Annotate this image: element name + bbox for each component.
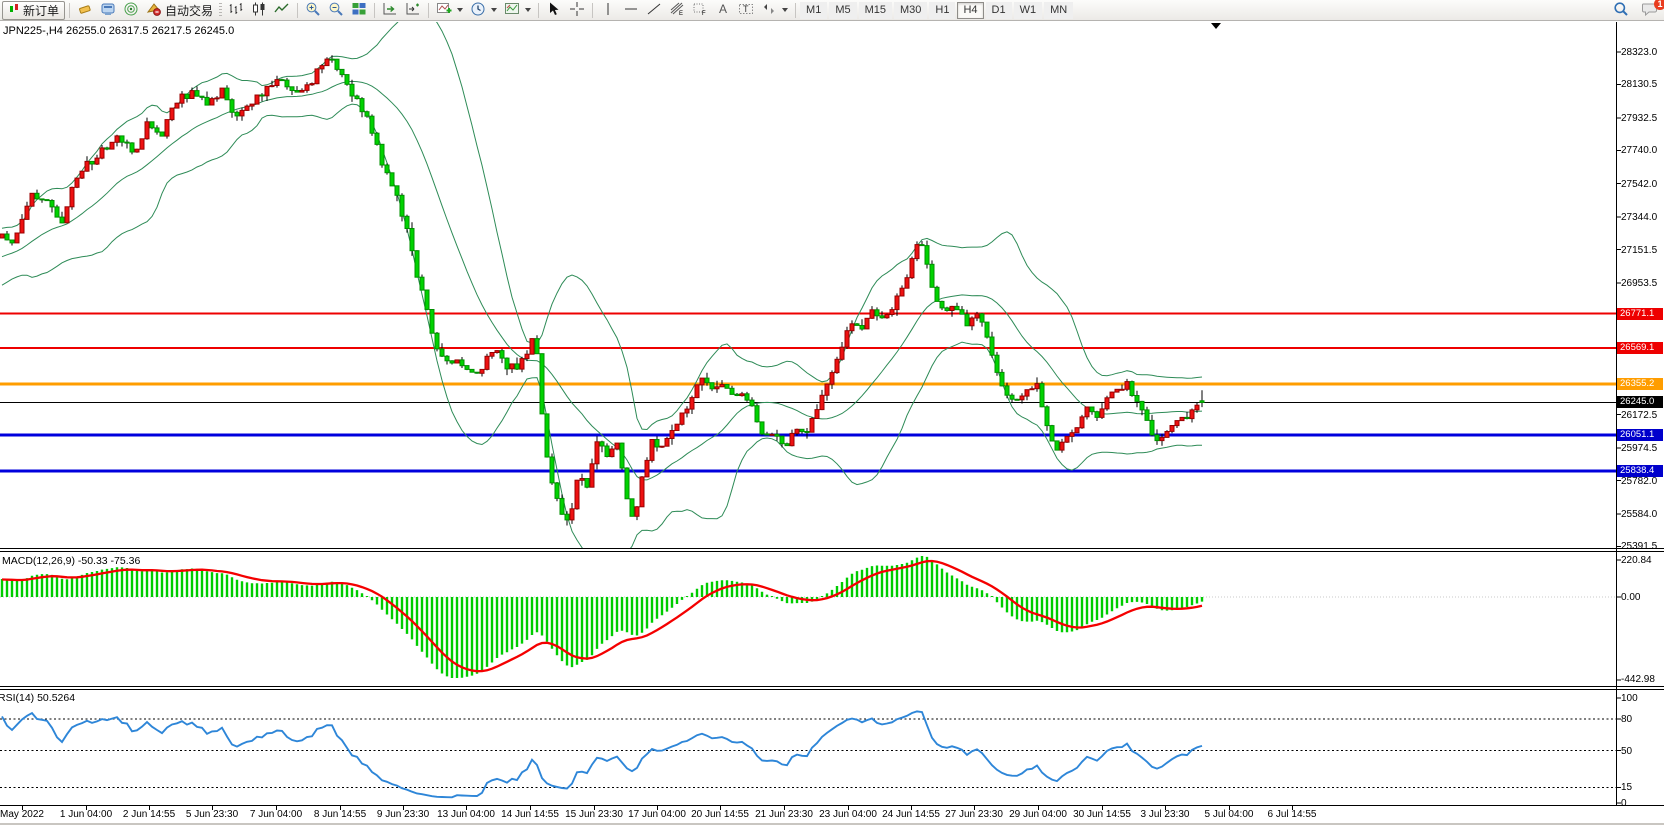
chart-line-button[interactable] xyxy=(271,1,293,20)
new-order-button[interactable]: 新订单 xyxy=(2,1,65,20)
fibonacci-expansion-button[interactable]: F xyxy=(689,1,711,20)
svg-text:E: E xyxy=(679,11,683,17)
zoom-in-button[interactable] xyxy=(302,1,324,20)
autotrading-icon xyxy=(146,1,162,20)
toolbar-separator xyxy=(795,3,796,18)
trendline-button[interactable] xyxy=(643,1,665,20)
auto-scroll-button[interactable] xyxy=(379,1,401,20)
toolbar-grip xyxy=(219,3,222,17)
terminal-button[interactable] xyxy=(97,1,119,20)
candlestick-chart-icon xyxy=(251,1,267,20)
chart-shift-button[interactable] xyxy=(402,1,424,20)
templates-button[interactable] xyxy=(501,1,534,20)
chart-bars-button[interactable] xyxy=(225,1,247,20)
vertical-line-button[interactable] xyxy=(597,1,619,20)
templates-dropdown-caret xyxy=(525,8,531,12)
arrows-icon xyxy=(761,1,777,20)
template-icon xyxy=(504,1,520,20)
clock-icon xyxy=(470,1,486,20)
timeframe-button-m30[interactable]: M30 xyxy=(894,2,927,19)
toolbar-separator xyxy=(538,3,539,18)
crosshair-icon xyxy=(569,1,585,20)
chart-window: 新订单 自动交易 xyxy=(0,0,1664,825)
timeframe-group: M1M5M15M30H1H4D1W1MN xyxy=(800,2,1073,19)
auto-scroll-icon xyxy=(382,1,398,20)
signals-button[interactable] xyxy=(120,1,142,20)
search-button[interactable] xyxy=(1610,1,1632,20)
autotrading-button[interactable]: 自动交易 xyxy=(143,1,216,20)
fibonacci-icon: E xyxy=(669,1,685,20)
toolbar-separator xyxy=(297,3,298,18)
autotrading-label: 自动交易 xyxy=(165,2,213,19)
indicators-dropdown-caret xyxy=(457,8,463,12)
new-order-label: 新订单 xyxy=(23,2,59,19)
timeframe-button-m1[interactable]: M1 xyxy=(800,2,827,19)
timeframe-button-m5[interactable]: M5 xyxy=(829,2,856,19)
timeframe-button-w1[interactable]: W1 xyxy=(1014,2,1043,19)
arrows-button[interactable] xyxy=(758,1,791,20)
text-label-button[interactable]: T xyxy=(735,1,757,20)
zoom-out-button[interactable] xyxy=(325,1,347,20)
trendline-icon xyxy=(646,1,662,20)
horizontal-line-icon xyxy=(623,1,639,20)
horizontal-line-button[interactable] xyxy=(620,1,642,20)
signal-icon xyxy=(123,1,139,20)
fibonacci-expansion-icon: F xyxy=(692,1,708,20)
crosshair-button[interactable] xyxy=(566,1,588,20)
svg-text:F: F xyxy=(702,11,706,17)
text-label-icon: T xyxy=(738,1,754,20)
gold-bar-icon xyxy=(77,1,93,20)
tile-windows-icon xyxy=(351,1,367,20)
zoom-in-icon xyxy=(305,1,321,20)
timeframe-button-m15[interactable]: M15 xyxy=(859,2,892,19)
toolbar-separator xyxy=(592,3,593,18)
chart-candles-button[interactable] xyxy=(248,1,270,20)
cursor-icon xyxy=(546,1,562,20)
svg-text:T: T xyxy=(743,4,749,14)
chart-shift-marker xyxy=(1211,23,1221,29)
text-a-icon: A xyxy=(715,1,731,20)
timeframe-button-d1[interactable]: D1 xyxy=(986,2,1012,19)
timeframe-button-mn[interactable]: MN xyxy=(1044,2,1073,19)
toolbar-separator xyxy=(428,3,429,18)
vertical-line-icon xyxy=(600,1,616,20)
chart-shift-icon xyxy=(405,1,421,20)
toolbar-separator xyxy=(69,3,70,18)
line-chart-icon xyxy=(274,1,290,20)
tile-windows-button[interactable] xyxy=(348,1,370,20)
arrows-dropdown-caret xyxy=(782,8,788,12)
periods-dropdown-caret xyxy=(491,8,497,12)
metaeditor-button[interactable] xyxy=(74,1,96,20)
notification-badge: 1 xyxy=(1654,0,1664,10)
fibonacci-button[interactable]: E xyxy=(666,1,688,20)
toolbar-separator xyxy=(374,3,375,18)
indicators-icon xyxy=(436,1,452,20)
cursor-button[interactable] xyxy=(543,1,565,20)
notifications-button[interactable]: 1 xyxy=(1638,1,1661,20)
toolbar: 新订单 自动交易 xyxy=(0,0,1664,21)
chart-canvas[interactable] xyxy=(0,0,1664,825)
indicators-button[interactable] xyxy=(433,1,466,20)
search-icon xyxy=(1613,1,1629,20)
timeframe-button-h1[interactable]: H1 xyxy=(929,2,955,19)
zoom-out-icon xyxy=(328,1,344,20)
periods-button[interactable] xyxy=(467,1,500,20)
bar-chart-icon xyxy=(228,1,244,20)
text-button[interactable]: A xyxy=(712,1,734,20)
timeframe-button-h4[interactable]: H4 xyxy=(957,2,983,19)
terminal-icon xyxy=(100,1,116,20)
svg-text:A: A xyxy=(719,2,727,16)
new-order-icon xyxy=(8,3,20,18)
